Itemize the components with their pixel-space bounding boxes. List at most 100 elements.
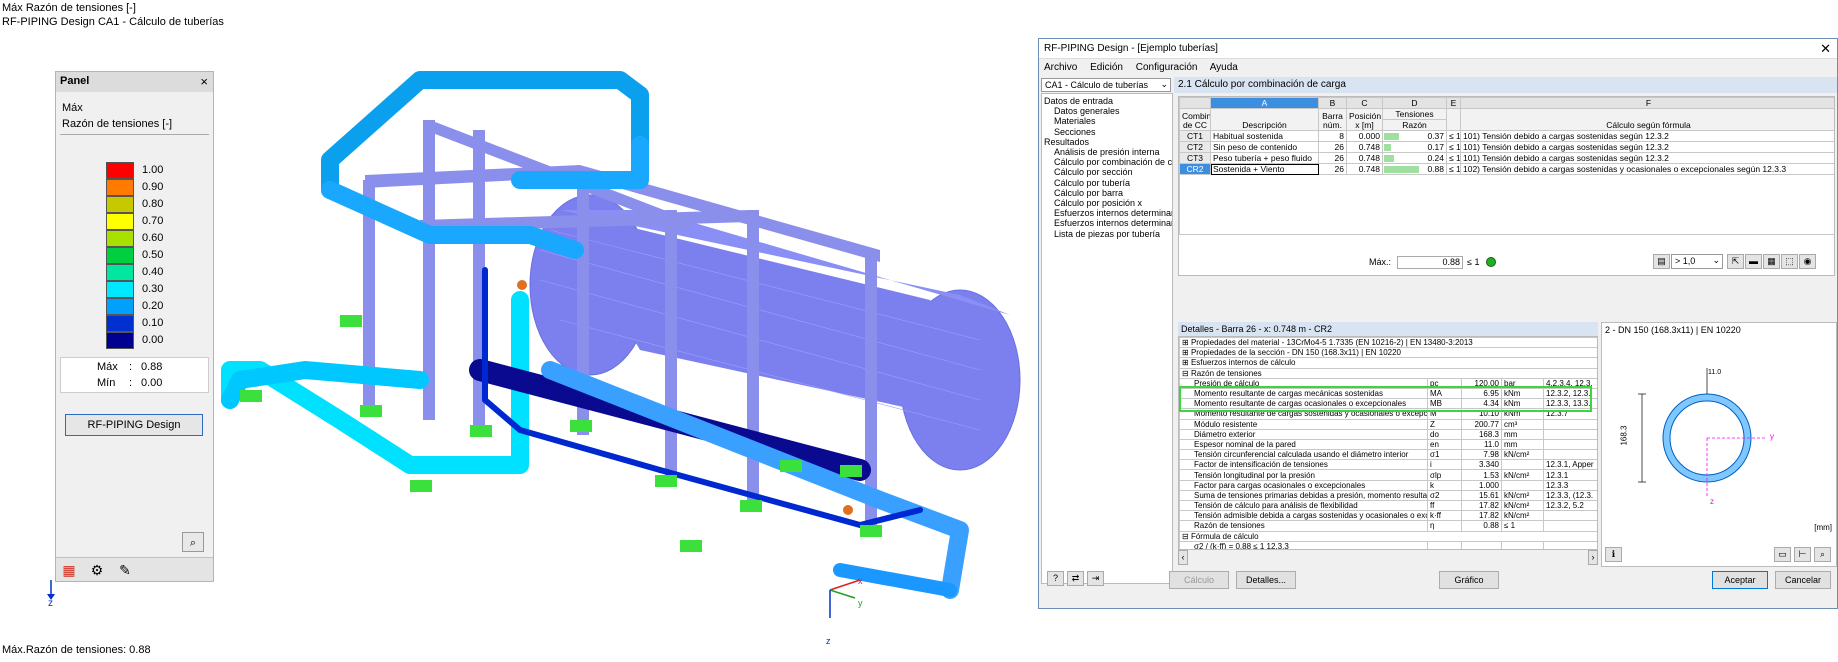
axis-z-label: z xyxy=(48,598,53,609)
cancel-button[interactable]: Cancelar xyxy=(1775,571,1831,589)
zoom-icon[interactable]: ⌕ xyxy=(1814,547,1831,562)
col-letter-a[interactable]: A xyxy=(1210,97,1319,109)
table-row[interactable]: CR2 Sostenida + Viento 26 0.748 0.88 ≤ 1 102) … xyxy=(1179,163,1834,175)
detail-reference xyxy=(1542,510,1597,522)
detail-group[interactable]: ⊟ Razón de tensiones xyxy=(1179,367,1597,379)
expand-icon[interactable]: ⊞ xyxy=(1182,339,1189,347)
col-letter-d[interactable]: D xyxy=(1382,97,1447,109)
col-letter-e[interactable]: E xyxy=(1446,97,1461,109)
detail-row[interactable]: ⊟ Fórmula de cálculo xyxy=(1179,530,1597,542)
tree-item[interactable]: Cálculo por posición x xyxy=(1054,198,1142,208)
tree-item[interactable]: Esfuerzos internos determinantes xyxy=(1054,208,1172,218)
tree-item[interactable]: Secciones xyxy=(1054,127,1096,137)
tree-item[interactable]: Datos generales xyxy=(1054,106,1120,116)
detail-row[interactable]: ⊞ Propiedades de la sección - DN 150 (16… xyxy=(1179,347,1597,359)
expand-icon[interactable]: ⊞ xyxy=(1182,359,1189,367)
table-row[interactable]: CT3 Peso tubería + peso fluido 26 0.748 0.24… xyxy=(1179,152,1834,164)
scroll-right-icon[interactable]: › xyxy=(1588,550,1598,565)
detail-row[interactable]: Módulo resistente Z 200.77 cm³ xyxy=(1179,418,1597,430)
detail-row[interactable]: Tensión de cálculo para análisis de flex… xyxy=(1179,499,1597,512)
col-letter-b[interactable]: B xyxy=(1318,97,1347,109)
detail-row[interactable]: ⊟ Razón de tensiones xyxy=(1179,367,1597,379)
view-icon[interactable]: ◉ xyxy=(1799,254,1816,269)
menu-configuracion[interactable]: Configuración xyxy=(1136,62,1198,73)
detail-group[interactable]: ⊞ Propiedades del material - 13CrMo4-5 1… xyxy=(1179,337,1597,349)
tree-item[interactable]: Cálculo por barra xyxy=(1054,188,1123,198)
tree-item[interactable]: Análisis de presión interna xyxy=(1054,147,1160,157)
expand-icon[interactable]: ⊟ xyxy=(1182,369,1189,377)
scroll-left-icon[interactable]: ‹ xyxy=(1178,550,1188,565)
scale-factor-icon[interactable]: ✎ xyxy=(114,560,136,580)
tree-item[interactable]: Cálculo por combinación de carga xyxy=(1054,157,1172,167)
detail-group[interactable]: ⊟ Fórmula de cálculo xyxy=(1179,530,1597,542)
tree-item[interactable]: Datos de entrada xyxy=(1044,96,1113,106)
help-icon[interactable]: ? xyxy=(1047,571,1064,586)
detail-group-label: Propiedades del material - 13CrMo4-5 1.7… xyxy=(1190,338,1473,348)
detail-row[interactable]: Espesor nominal de la pared en 11.0 mm xyxy=(1179,438,1597,451)
col-letter-c[interactable]: C xyxy=(1346,97,1383,109)
filter-icon[interactable]: ▤ xyxy=(1653,254,1670,269)
zoom-icon[interactable]: ⌕ xyxy=(182,532,204,552)
detail-row[interactable]: Factor de intensificación de tensiones i 3… xyxy=(1179,459,1597,471)
menu-edicion[interactable]: Edición xyxy=(1090,62,1123,73)
color-scale-icon[interactable]: ▦ xyxy=(58,560,80,580)
row-id[interactable]: CT2 xyxy=(1179,141,1211,153)
detail-label: σ2 / (k·ff) = 0.88 ≤ 1 12.3.3 xyxy=(1179,540,1428,549)
info-icon[interactable]: ℹ xyxy=(1605,547,1622,562)
rf-piping-design-button[interactable]: RF-PIPING Design xyxy=(65,414,203,436)
export-table-icon[interactable]: ⇥ xyxy=(1087,571,1104,586)
ok-button[interactable]: Aceptar xyxy=(1712,571,1768,589)
row-id[interactable]: CT3 xyxy=(1179,152,1211,164)
table-row[interactable]: CT2 Sin peso de contenido 26 0.748 0.17 ≤ 1 10… xyxy=(1179,141,1834,153)
row-description[interactable]: Sostenida + Viento xyxy=(1210,163,1319,175)
case-select[interactable]: CA1 - Cálculo de tuberías ⌄ xyxy=(1041,78,1171,92)
dimension-icon[interactable]: ⊢ xyxy=(1794,547,1811,562)
details-button[interactable]: Detalles... xyxy=(1236,571,1296,589)
section-view-icon[interactable]: ▭ xyxy=(1774,547,1791,562)
tree-item[interactable]: Cálculo por sección xyxy=(1054,167,1133,177)
table-settings-icon[interactable]: ▦ xyxy=(1763,254,1780,269)
detail-row[interactable]: Suma de tensiones primarias debidas a pr… xyxy=(1179,489,1597,502)
tree-item[interactable]: Cálculo por tubería xyxy=(1054,178,1130,188)
graphic-button[interactable]: Gráfico xyxy=(1439,571,1499,589)
row-description[interactable]: Sin peso de contenido xyxy=(1210,141,1319,153)
results-table[interactable]: A B C D E F Combin. de CC Descripción Ba… xyxy=(1178,96,1835,276)
detail-row[interactable]: σ2 / (k·ff) = 0.88 ≤ 1 12.3.3 xyxy=(1179,540,1597,549)
filter-select[interactable]: > 1,0 ⌄ xyxy=(1671,254,1723,269)
row-description[interactable]: Peso tubería + peso fluido xyxy=(1210,152,1319,164)
tree-item[interactable]: Lista de piezas por tubería xyxy=(1054,229,1160,239)
detail-row[interactable]: Tensión longitudinal por la presión σlp 1.… xyxy=(1179,469,1597,481)
close-icon[interactable]: × xyxy=(200,74,208,89)
details-table[interactable]: ⊞ Propiedades del material - 13CrMo4-5 1… xyxy=(1178,336,1598,550)
expand-icon[interactable]: ⊞ xyxy=(1182,349,1189,357)
ratio-value: 0.37 xyxy=(1427,131,1444,141)
swap-icon[interactable]: ⇄ xyxy=(1067,571,1084,586)
tree-item[interactable]: Esfuerzos internos determinantes xyxy=(1054,218,1172,228)
color-bar-icon[interactable]: ▬ xyxy=(1745,254,1762,269)
detail-group[interactable]: ⊞ Esfuerzos internos de cálculo xyxy=(1179,357,1597,369)
row-id[interactable]: CT1 xyxy=(1179,130,1211,142)
detail-row[interactable]: Diámetro exterior do 168.3 mm xyxy=(1179,428,1597,440)
menu-archivo[interactable]: Archivo xyxy=(1044,62,1077,73)
detail-row[interactable]: Factor para cargas ocasionales o excepci… xyxy=(1179,479,1597,491)
close-icon[interactable]: ✕ xyxy=(1820,41,1831,57)
tree-item[interactable]: Resultados xyxy=(1044,137,1089,147)
col-letter-f[interactable]: F xyxy=(1460,97,1834,109)
menu-ayuda[interactable]: Ayuda xyxy=(1210,62,1238,73)
calculate-button[interactable]: Cálculo xyxy=(1169,571,1229,589)
expand-icon[interactable]: ⊟ xyxy=(1182,532,1189,540)
row-description[interactable]: Habitual sostenida xyxy=(1210,130,1319,142)
row-id[interactable]: CR2 xyxy=(1179,163,1211,175)
export-icon[interactable]: ⇱ xyxy=(1727,254,1744,269)
select-icon[interactable]: ⬚ xyxy=(1781,254,1798,269)
table-row[interactable]: CT1 Habitual sostenida 8 0.000 0.37 ≤ 1 101) T… xyxy=(1179,130,1834,142)
detail-row[interactable]: Tensión admisible debida a cargas sosten… xyxy=(1179,510,1597,522)
piping-model-view[interactable] xyxy=(220,70,1040,660)
detail-row[interactable]: ⊞ Esfuerzos internos de cálculo xyxy=(1179,357,1597,369)
detail-row[interactable]: Razón de tensiones η 0.88 ≤ 1 xyxy=(1179,520,1597,532)
tree-item[interactable]: Materiales xyxy=(1054,116,1096,126)
detail-group[interactable]: ⊞ Propiedades de la sección - DN 150 (16… xyxy=(1179,347,1597,359)
display-settings-icon[interactable]: ⚙ xyxy=(86,560,108,580)
detail-row[interactable]: Tensión circunferencial calculada usando… xyxy=(1179,449,1597,461)
detail-row[interactable]: ⊞ Propiedades del material - 13CrMo4-5 1… xyxy=(1179,337,1597,349)
